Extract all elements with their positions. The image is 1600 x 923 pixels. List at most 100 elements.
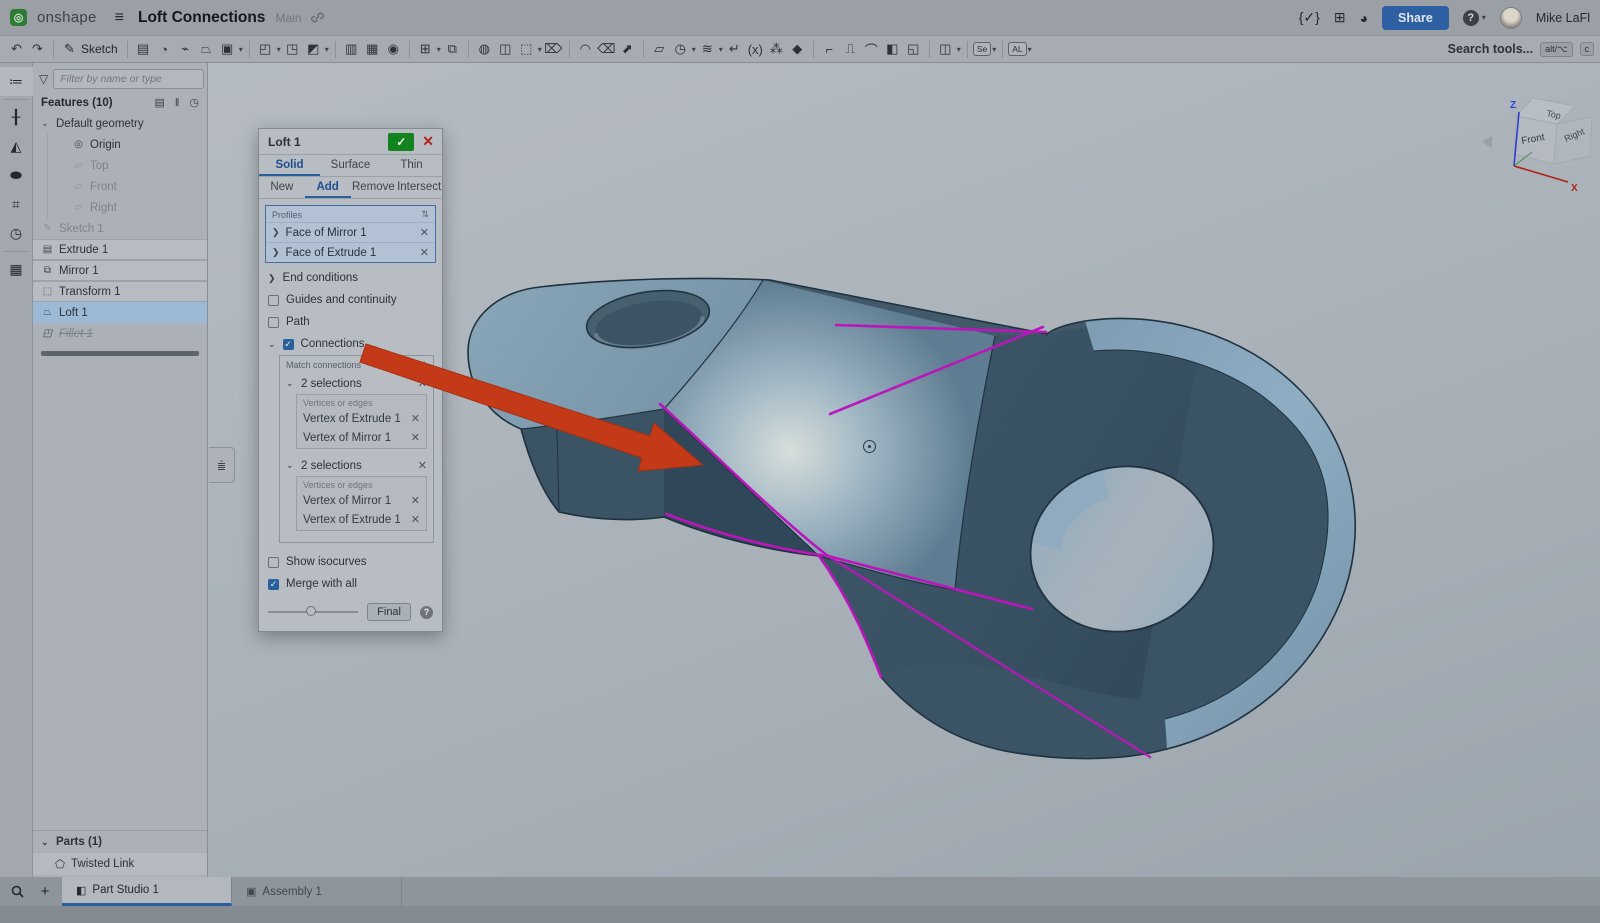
share-button[interactable]: Share <box>1382 6 1449 30</box>
chevron-down-icon[interactable]: ⌄ <box>286 378 296 389</box>
manage-tabs-icon[interactable] <box>4 877 30 906</box>
variable-icon[interactable]: (x) <box>745 39 766 60</box>
remove-selection-icon[interactable]: ✕ <box>411 494 420 507</box>
show-isocurves-row[interactable]: Show isocurves <box>259 551 442 573</box>
folder-add-icon[interactable]: ▤ <box>154 96 164 109</box>
connections-checkbox[interactable]: ✓ <box>283 339 294 350</box>
remove-selection-icon[interactable]: ✕ <box>420 246 429 259</box>
preview-slider[interactable] <box>268 611 358 613</box>
subtab-add[interactable]: Add <box>305 177 351 198</box>
project-curve-icon[interactable]: ↵ <box>724 39 745 60</box>
path-row[interactable]: Path <box>259 311 442 333</box>
tab-thin[interactable]: Thin <box>381 155 442 176</box>
profile-selection-row[interactable]: ❯Face of Mirror 1✕ <box>266 222 435 242</box>
sort-icon[interactable]: ⇅ <box>421 209 429 220</box>
feature-item-top[interactable]: ▱Top <box>47 155 207 176</box>
remove-selection-icon[interactable]: ✕ <box>411 412 420 425</box>
hole-icon[interactable]: ◉ <box>383 39 404 60</box>
caret-down-icon[interactable]: ▾ <box>437 45 441 54</box>
onshape-logo[interactable]: ◎ <box>10 9 27 26</box>
routing-icon[interactable]: ⁂ <box>766 39 787 60</box>
apps-grid-icon[interactable]: ⊞ <box>1334 9 1346 26</box>
material-icon[interactable]: ◧ <box>882 39 903 60</box>
fillet-icon[interactable]: ◰ <box>255 39 276 60</box>
profiles-selection-box[interactable]: Profiles ⇅ ❯Face of Mirror 1✕❯Face of Ex… <box>265 205 436 263</box>
split-icon[interactable]: ◫ <box>495 39 516 60</box>
search-tools-label[interactable]: Search tools... <box>1448 42 1533 56</box>
feature-item-loft-1[interactable]: ⏢Loft 1 <box>33 302 207 323</box>
sheet-metal-icon[interactable]: ⌐ <box>819 39 840 60</box>
revolve-icon[interactable]: ◔ <box>154 39 175 60</box>
loft-icon[interactable]: ⏢ <box>196 39 217 60</box>
match-selection-box[interactable]: Vertices or edgesVertex of Extrude 1✕Ver… <box>296 394 427 449</box>
panel-flyout-handle[interactable]: ⌄ ≣ <box>209 447 235 483</box>
slider-knob[interactable] <box>306 606 316 616</box>
bend-icon[interactable]: ⌒ <box>861 39 882 60</box>
part-item-twisted-link[interactable]: ⬠Twisted Link <box>33 853 207 875</box>
transform-icon[interactable]: ⬚ <box>516 39 537 60</box>
viewport-3d-part[interactable] <box>0 0 1600 923</box>
dialog-help-icon[interactable]: ? <box>420 606 433 619</box>
help-menu[interactable]: ? ▾ <box>1463 10 1486 26</box>
caret-down-icon[interactable]: ▾ <box>957 45 961 54</box>
redo-icon[interactable]: ↷ <box>27 39 48 60</box>
feature-item-right[interactable]: ▱Right <box>47 197 207 218</box>
rib-icon[interactable]: ▥ <box>341 39 362 60</box>
helix-icon[interactable]: ◷ <box>670 39 691 60</box>
remove-selection-icon[interactable]: ✕ <box>411 513 420 526</box>
filter-icon[interactable]: ▽ <box>39 72 48 86</box>
appearance-badge[interactable]: AL <box>1008 42 1026 56</box>
corner-icon[interactable]: ◱ <box>903 39 924 60</box>
workspace-label[interactable]: Main <box>275 11 301 25</box>
sketch-icon[interactable]: ✎ <box>59 39 80 60</box>
draft-icon[interactable]: ◩ <box>303 39 324 60</box>
filter-input[interactable] <box>53 69 204 89</box>
suppress-icon[interactable]: ‖ <box>175 97 180 109</box>
section-badge[interactable]: Se <box>973 42 991 56</box>
feature-item-transform-1[interactable]: ⬚Transform 1 <box>33 281 207 302</box>
vertex-selection-row[interactable]: Vertex of Mirror 1✕ <box>297 428 426 447</box>
caret-down-icon[interactable]: ▾ <box>277 45 281 54</box>
caret-down-icon[interactable]: ▾ <box>992 45 996 54</box>
vertex-marker[interactable] <box>863 440 876 453</box>
caret-down-icon[interactable]: ▾ <box>538 45 542 54</box>
feature-item-mirror-1[interactable]: ⧉Mirror 1 <box>33 260 207 281</box>
extrude-icon[interactable]: ▤ <box>133 39 154 60</box>
sketch-label[interactable]: Sketch <box>81 42 118 56</box>
feature-item-origin[interactable]: ◎Origin <box>47 134 207 155</box>
rollback-icon[interactable]: ◷ <box>189 96 199 109</box>
cancel-button[interactable]: ✕ <box>422 133 437 150</box>
hamburger-menu-icon[interactable]: ≡ <box>115 9 124 27</box>
add-tab-button[interactable]: + <box>32 877 58 906</box>
mirror-icon[interactable]: ⧉ <box>442 39 463 60</box>
view-cube[interactable]: Top Front Right Z X <box>1470 90 1595 205</box>
subtab-intersect[interactable]: Intersect <box>396 177 442 198</box>
match-selection-box[interactable]: Vertices or edgesVertex of Mirror 1✕Vert… <box>296 476 427 531</box>
move-face-icon[interactable]: ⬈ <box>617 39 638 60</box>
remove-selection-icon[interactable]: ✕ <box>420 226 429 239</box>
merge-checkbox[interactable]: ✓ <box>268 579 279 590</box>
show-isocurves-checkbox[interactable] <box>268 557 279 568</box>
feature-item-extrude-1[interactable]: ▤Extrude 1 <box>33 239 207 260</box>
sweep-icon[interactable]: ⌁ <box>175 39 196 60</box>
modify-fillet-icon[interactable]: ◠ <box>575 39 596 60</box>
vertex-selection-row[interactable]: Vertex of Extrude 1✕ <box>297 409 426 428</box>
final-button[interactable]: Final <box>367 603 411 621</box>
tag-icon[interactable]: ◆ <box>787 39 808 60</box>
plane-icon[interactable]: ▱ <box>649 39 670 60</box>
match-group-header[interactable]: ⌄2 selections✕ <box>280 374 433 393</box>
feature-item-fillet-1[interactable]: ◰Fillet 1 <box>33 323 207 344</box>
guides-checkbox[interactable] <box>268 295 279 306</box>
feature-item-sketch-1[interactable]: ✎Sketch 1 <box>33 218 207 239</box>
caret-down-icon[interactable]: ▾ <box>1028 45 1032 54</box>
subtab-new[interactable]: New <box>259 177 305 198</box>
flatten-icon[interactable]: ⎍ <box>840 39 861 60</box>
tab-surface[interactable]: Surface <box>320 155 381 176</box>
custom-features-icon[interactable]: ◭ <box>0 132 33 161</box>
chevron-down-icon[interactable]: ⌄ <box>41 118 51 129</box>
subtab-remove[interactable]: Remove <box>351 177 397 198</box>
linear-pattern-icon[interactable]: ⊞ <box>415 39 436 60</box>
feature-item-front[interactable]: ▱Front <box>47 176 207 197</box>
beam-icon[interactable]: ≋ <box>697 39 718 60</box>
featurescript-icon[interactable]: {✓} <box>1299 9 1320 26</box>
